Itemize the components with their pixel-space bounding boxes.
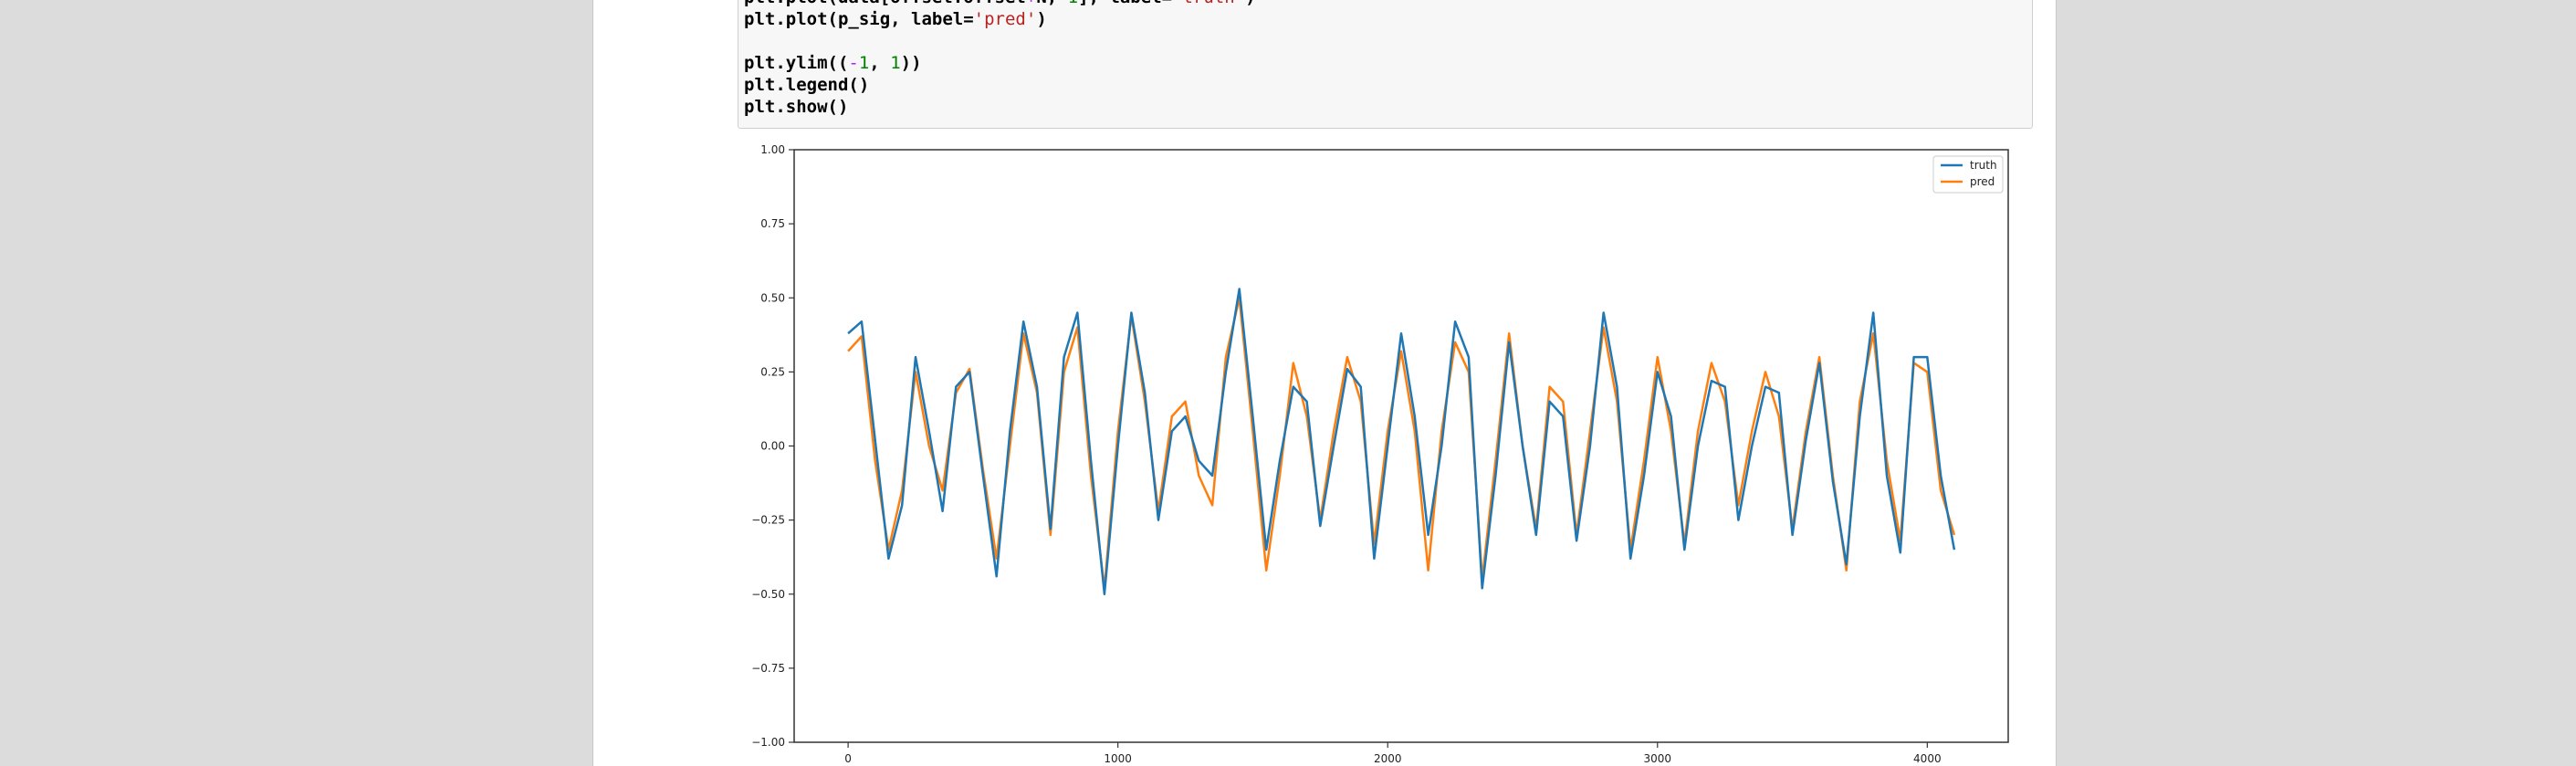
legend-label-truth: truth (1970, 159, 1997, 172)
x-tick-label: 4000 (1913, 752, 1942, 765)
x-tick-label: 2000 (1374, 752, 1402, 765)
x-tick-label: 0 (844, 752, 852, 765)
y-tick-label: −0.25 (751, 514, 785, 527)
legend: truth pred (1932, 155, 2004, 194)
legend-label-pred: pred (1970, 175, 1995, 188)
x-tick-label: 1000 (1104, 752, 1132, 765)
y-tick-label: 0.50 (760, 291, 785, 304)
y-tick-label: 0.75 (760, 217, 785, 230)
plot-area (793, 149, 2009, 743)
y-tick-label: −0.75 (751, 662, 785, 675)
y-tick-label: 0.00 (760, 440, 785, 453)
line-chart: 1.00 0.75 0.50 0.25 0.00 −0.25 −0.50 −0.75 −1.00… (751, 143, 2009, 765)
y-tick-label: −0.50 (751, 588, 785, 601)
y-tick-label: 1.00 (760, 143, 785, 156)
x-tick-label: 3000 (1644, 752, 1672, 765)
y-tick-label: 0.25 (760, 365, 785, 378)
y-tick-label: −1.00 (751, 736, 785, 749)
